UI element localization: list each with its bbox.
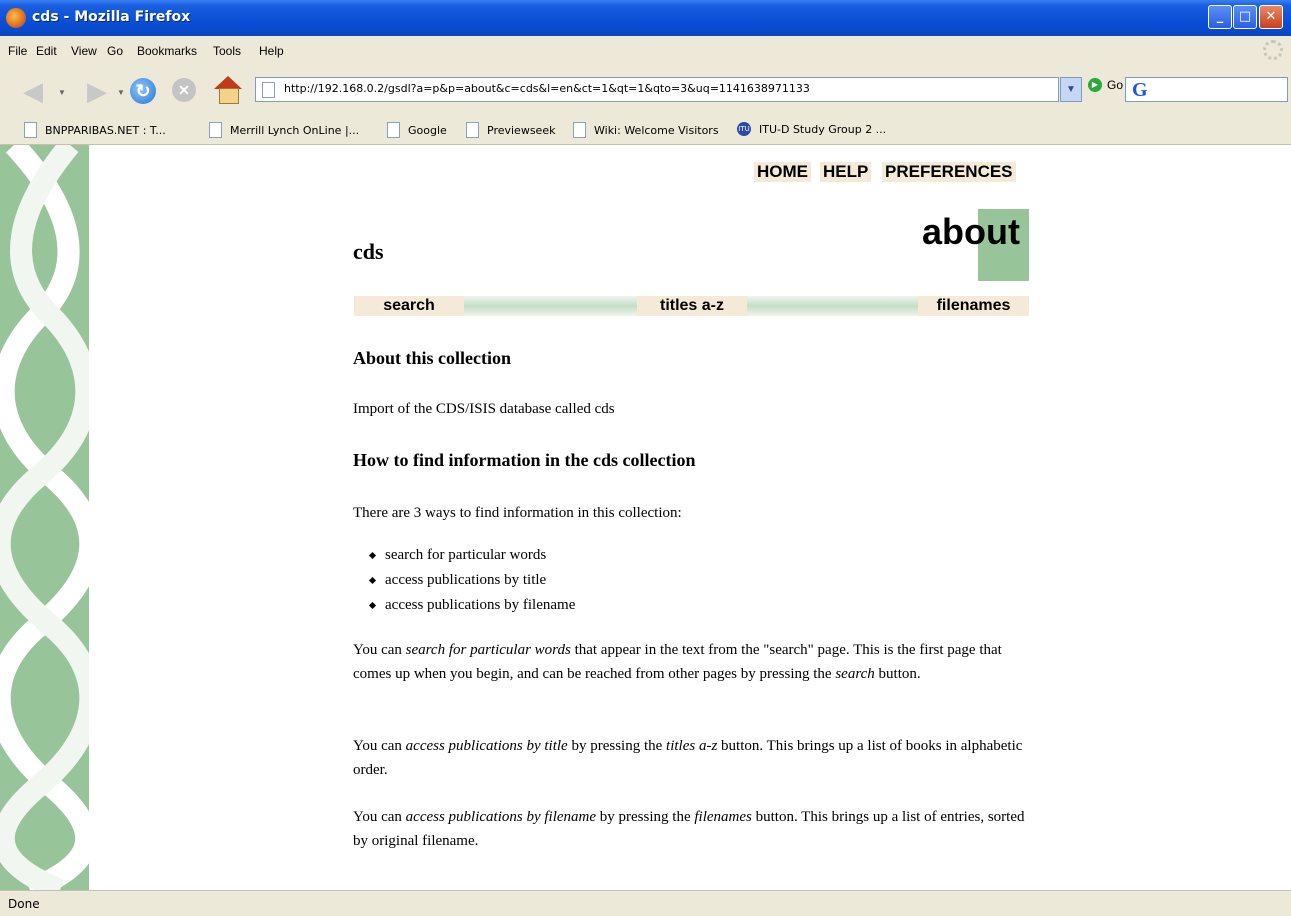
- stop-button[interactable]: ✕: [172, 78, 196, 102]
- collection-title: cds: [353, 239, 384, 264]
- about-collection-text: Import of the CDS/ISIS database called c…: [353, 401, 615, 417]
- list-item-text: access publications by filename: [385, 597, 576, 613]
- close-button[interactable]: ✕: [1259, 5, 1283, 29]
- emphasis: search for particular words: [405, 642, 571, 658]
- bookmark-google[interactable]: Google: [387, 122, 447, 138]
- maximize-button[interactable]: □: [1233, 5, 1257, 29]
- url-bar[interactable]: http://192.168.0.2/gsdl?a=p&p=about&c=cd…: [255, 77, 1059, 102]
- bookmark-merrill-lynch[interactable]: Merrill Lynch OnLine |...: [209, 122, 359, 138]
- go-button[interactable]: ▶ Go: [1088, 78, 1123, 92]
- list-item: access publications by filename: [368, 593, 576, 618]
- page-icon: [262, 82, 275, 98]
- page-heading: about: [922, 211, 1020, 252]
- home-button[interactable]: [214, 76, 242, 104]
- bookmark-previewseek[interactable]: Previewseek: [466, 122, 555, 138]
- firefox-icon: [6, 8, 26, 28]
- emphasis: search: [835, 666, 875, 682]
- search-instructions-paragraph: You can search for particular words that…: [353, 638, 1033, 686]
- bookmark-label: Wiki: Welcome Visitors: [594, 123, 719, 137]
- page-icon: [24, 122, 37, 138]
- filenames-nav-button[interactable]: filenames: [918, 296, 1029, 316]
- reload-button[interactable]: ↻: [130, 78, 156, 104]
- menu-tools[interactable]: Tools: [213, 44, 241, 58]
- back-history-dropdown[interactable]: ▼: [58, 88, 66, 97]
- ways-list: search for particular words access publi…: [368, 543, 576, 618]
- menu-bar: File Edit View Go Bookmarks Tools Help: [0, 36, 1291, 66]
- menu-file[interactable]: File: [8, 44, 27, 58]
- page-icon: [209, 122, 222, 138]
- page-content: HOME HELP PREFERENCES cds about search t…: [0, 145, 1291, 890]
- text-run: by pressing the: [596, 809, 695, 825]
- emphasis: titles a-z: [666, 738, 718, 754]
- bookmark-bnpparibas[interactable]: BNPPARIBAS.NET : T...: [24, 122, 166, 138]
- bookmark-wiki[interactable]: Wiki: Welcome Visitors: [573, 122, 719, 138]
- emphasis: access publications by filename: [405, 809, 597, 825]
- help-link[interactable]: HELP: [820, 162, 872, 182]
- bookmark-label: BNPPARIBAS.NET : T...: [45, 123, 166, 137]
- decorative-braid-stripe: [0, 145, 89, 890]
- page-icon: [573, 122, 586, 138]
- bookmark-label: ITU-D Study Group 2 ...: [759, 122, 887, 136]
- status-bar: Done: [0, 890, 1291, 916]
- ways-intro-text: There are 3 ways to find information in …: [353, 505, 682, 521]
- itu-icon: ITU: [737, 122, 751, 136]
- bookmark-label: Previewseek: [487, 123, 556, 137]
- url-history-dropdown[interactable]: ▼: [1060, 77, 1082, 102]
- text-run: button.: [874, 666, 921, 682]
- page-icon: [387, 122, 400, 138]
- bookmarks-toolbar: BNPPARIBAS.NET : T... Merrill Lynch OnLi…: [0, 114, 1291, 145]
- forward-history-dropdown[interactable]: ▼: [117, 88, 125, 97]
- window-title: cds - Mozilla Firefox: [32, 9, 191, 25]
- search-input[interactable]: G: [1125, 77, 1288, 102]
- emphasis: access publications by title: [405, 738, 568, 754]
- menu-go[interactable]: Go: [107, 44, 123, 58]
- menu-help[interactable]: Help: [259, 44, 284, 58]
- menu-edit[interactable]: Edit: [36, 44, 57, 58]
- emphasis: filenames: [694, 809, 752, 825]
- preferences-link[interactable]: PREFERENCES: [882, 162, 1016, 182]
- page-icon: [466, 122, 479, 138]
- bookmark-itu[interactable]: ITU ITU-D Study Group 2 ...: [737, 122, 886, 136]
- how-to-find-heading: How to find information in the cds colle…: [353, 450, 696, 470]
- home-link[interactable]: HOME: [754, 162, 811, 182]
- go-arrow-icon: ▶: [1088, 78, 1102, 92]
- bullet-icon: [368, 601, 377, 610]
- google-search-icon[interactable]: G: [1132, 79, 1148, 102]
- home-icon-body: [219, 88, 239, 104]
- window-titlebar[interactable]: cds - Mozilla Firefox _ □ ✕: [0, 0, 1291, 36]
- stop-icon: ✕: [178, 81, 190, 98]
- list-item: access publications by title: [368, 568, 575, 593]
- loading-throbber-icon: [1263, 40, 1283, 60]
- titles-az-nav-button[interactable]: titles a-z: [637, 296, 747, 316]
- forward-button[interactable]: ▶: [82, 76, 112, 106]
- status-text: Done: [8, 897, 40, 911]
- titles-instructions-paragraph: You can access publications by title by …: [353, 734, 1033, 782]
- forward-arrow-icon: ▶: [87, 76, 107, 106]
- back-button[interactable]: ◀: [18, 76, 48, 106]
- text-run: You can: [353, 738, 406, 754]
- text-run: You can: [353, 642, 406, 658]
- navigation-toolbar: ◀ ▼ ▶ ▼ ↻ ✕ http://192.168.0.2/gsdl?a=p&…: [0, 66, 1291, 115]
- menu-bookmarks[interactable]: Bookmarks: [137, 44, 197, 58]
- bookmark-label: Google: [408, 123, 447, 137]
- braid-pattern-icon: [0, 145, 89, 890]
- bullet-icon: [368, 576, 377, 585]
- url-text[interactable]: http://192.168.0.2/gsdl?a=p&p=about&c=cd…: [284, 82, 810, 95]
- go-label: Go: [1107, 78, 1124, 92]
- minimize-button[interactable]: _: [1208, 5, 1232, 29]
- text-run: by pressing the: [567, 738, 667, 754]
- reload-icon: ↻: [135, 80, 151, 101]
- filenames-instructions-paragraph: You can access publications by filename …: [353, 805, 1033, 853]
- about-collection-heading: About this collection: [353, 348, 512, 368]
- list-item-text: search for particular words: [385, 547, 547, 563]
- search-nav-button[interactable]: search: [354, 296, 464, 316]
- bookmark-label: Merrill Lynch OnLine |...: [230, 123, 360, 137]
- bullet-icon: [368, 551, 377, 560]
- text-run: You can: [353, 809, 406, 825]
- list-item: search for particular words: [368, 543, 575, 568]
- list-item-text: access publications by title: [385, 572, 547, 588]
- menu-view[interactable]: View: [71, 44, 97, 58]
- back-arrow-icon: ◀: [23, 76, 43, 106]
